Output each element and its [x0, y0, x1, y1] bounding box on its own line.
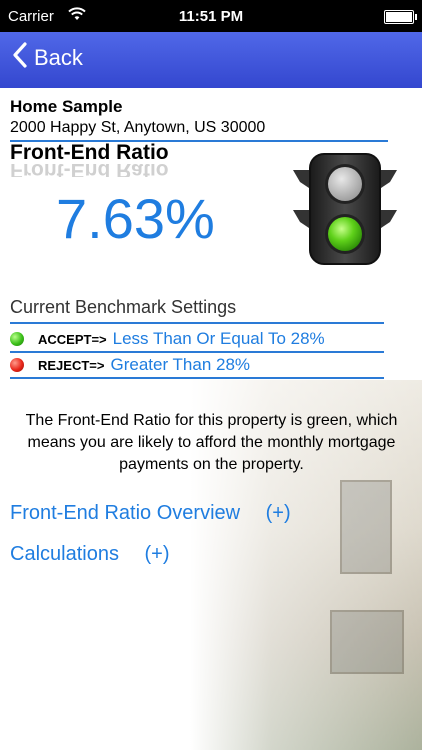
navigation-bar: Back	[0, 32, 422, 88]
ratio-title-reflection: Front-End Ratio	[10, 163, 169, 177]
house-railing	[330, 610, 404, 674]
back-label: Back	[34, 45, 83, 70]
expand-toggle[interactable]: (+)	[266, 502, 291, 524]
status-bar: Carrier 11:51 PM	[0, 0, 422, 32]
reject-label: REJECT=>	[38, 357, 105, 373]
calculations-expander[interactable]: Calculations (+)	[10, 543, 170, 566]
accept-label: ACCEPT=>	[38, 331, 107, 347]
ratio-title: Front-End Ratio	[10, 141, 169, 164]
reject-value: Greater Than 28%	[110, 355, 251, 374]
property-name: Home Sample	[10, 97, 123, 116]
benchmark-row-accept: ACCEPT=> Less Than Or Equal To 28%	[10, 327, 325, 351]
ratio-description: The Front-End Ratio for this property is…	[25, 412, 398, 473]
benchmark-row-reject: REJECT=> Greater Than 28%	[10, 353, 250, 377]
benchmark-divider	[10, 322, 384, 324]
battery-icon	[384, 10, 417, 24]
back-button[interactable]: Back	[12, 42, 83, 74]
chevron-left-icon	[12, 42, 34, 74]
benchmark-heading: Current Benchmark Settings	[10, 297, 237, 317]
traffic-light-icon	[290, 148, 400, 273]
calculations-label: Calculations	[10, 543, 119, 565]
red-dot-icon	[10, 358, 24, 372]
accept-value: Less Than Or Equal To 28%	[112, 329, 325, 348]
green-dot-icon	[10, 332, 24, 346]
overview-expander[interactable]: Front-End Ratio Overview (+)	[10, 502, 291, 525]
house-window	[340, 480, 392, 574]
benchmark-divider	[10, 377, 384, 379]
clock-label: 11:51 PM	[178, 8, 244, 25]
property-address: 2000 Happy St, Anytown, US 30000	[10, 119, 266, 136]
ratio-value: 7.63%	[56, 187, 215, 250]
expand-toggle[interactable]: (+)	[145, 543, 170, 565]
overview-label: Front-End Ratio Overview	[10, 502, 241, 524]
